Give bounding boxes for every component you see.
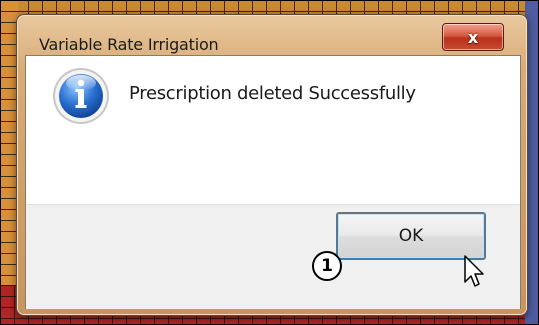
- screenshot-frame: [0, 0, 539, 325]
